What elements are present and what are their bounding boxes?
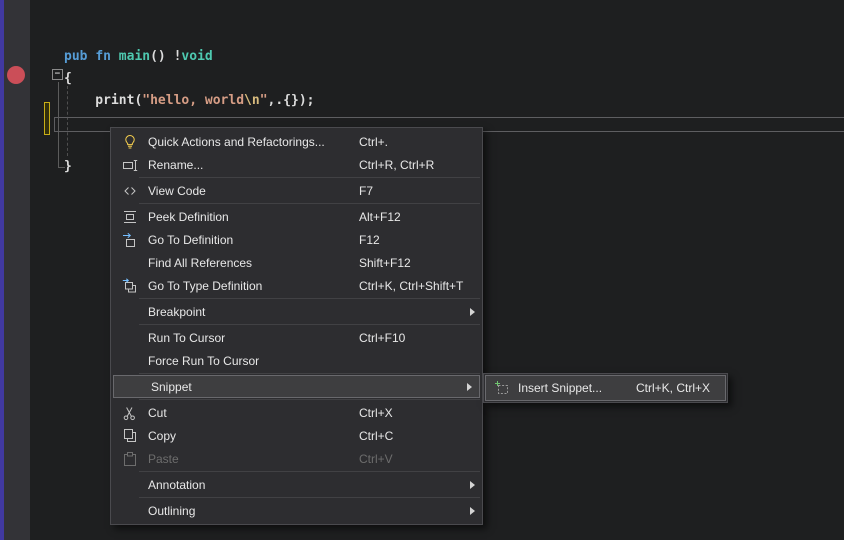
- submenu-arrow-icon: [467, 383, 472, 391]
- submenu-arrow-icon: [470, 507, 475, 515]
- code-token: fn: [95, 49, 111, 64]
- menu-item-label: View Code: [148, 184, 359, 198]
- menu-separator: [139, 298, 480, 299]
- copy-icon: [111, 428, 148, 444]
- menu-item-peek-definition[interactable]: Peek DefinitionAlt+F12: [111, 205, 482, 228]
- menu-item-go-to-definition[interactable]: Go To DefinitionF12: [111, 228, 482, 251]
- snippet-submenu: Insert Snippet...Ctrl+K, Ctrl+X: [483, 373, 728, 403]
- go-to-type-definition-icon: [111, 278, 148, 294]
- menu-separator: [139, 471, 480, 472]
- view-code-icon: [111, 183, 148, 199]
- menu-item-shortcut: Ctrl+V: [359, 452, 482, 466]
- menu-item-snippet[interactable]: Snippet: [113, 375, 480, 398]
- menu-item-shortcut: Ctrl+F10: [359, 331, 482, 345]
- menu-item-shortcut: Ctrl+C: [359, 429, 482, 443]
- breakpoint-dot-icon[interactable]: [7, 66, 25, 84]
- code-token: (): [150, 49, 166, 64]
- menu-separator: [139, 497, 480, 498]
- code-token: [111, 49, 119, 64]
- menu-item-label: Breakpoint: [148, 305, 359, 319]
- menu-item-label: Paste: [148, 452, 359, 466]
- vs-editor-window: − pub fn main() !void { print("hello, wor…: [0, 0, 844, 540]
- code-token: main: [119, 49, 150, 64]
- menu-separator: [139, 399, 480, 400]
- menu-item-label: Run To Cursor: [148, 331, 359, 345]
- menu-item-label: Insert Snippet...: [518, 381, 636, 395]
- menu-item-label: Cut: [148, 406, 359, 420]
- code-token: {: [64, 71, 72, 86]
- peek-definition-icon: [111, 209, 148, 225]
- paste-icon: [111, 451, 148, 467]
- editor-context-menu: Quick Actions and Refactorings...Ctrl+.R…: [110, 127, 483, 525]
- menu-item-label: Find All References: [148, 256, 359, 270]
- code-token: void: [181, 49, 212, 64]
- changed-lines-indicator: [44, 102, 50, 135]
- menu-item-paste: PasteCtrl+V: [111, 447, 482, 470]
- code-token: ": [260, 93, 268, 108]
- code-line-3: print("hello, world\n",.{});: [64, 90, 314, 112]
- menu-item-rename[interactable]: Rename...Ctrl+R, Ctrl+R: [111, 153, 482, 176]
- menu-item-label: Force Run To Cursor: [148, 354, 359, 368]
- menu-item-shortcut: F7: [359, 184, 482, 198]
- menu-item-find-all-references[interactable]: Find All ReferencesShift+F12: [111, 251, 482, 274]
- menu-item-insert-snippet[interactable]: Insert Snippet...Ctrl+K, Ctrl+X: [485, 375, 726, 401]
- breakpoint-gutter[interactable]: [4, 0, 30, 540]
- menu-item-label: Go To Type Definition: [148, 279, 359, 293]
- menu-item-shortcut: Ctrl+K, Ctrl+X: [636, 381, 725, 395]
- go-to-definition-icon: [111, 232, 148, 248]
- lightbulb-icon: [111, 134, 148, 150]
- menu-item-label: Copy: [148, 429, 359, 443]
- code-token: print(: [64, 93, 142, 108]
- menu-separator: [139, 324, 480, 325]
- menu-separator: [139, 177, 480, 178]
- menu-item-quick-actions-and-refactorings[interactable]: Quick Actions and Refactorings...Ctrl+.: [111, 130, 482, 153]
- submenu-arrow-icon: [470, 481, 475, 489]
- menu-item-run-to-cursor[interactable]: Run To CursorCtrl+F10: [111, 326, 482, 349]
- menu-item-label: Peek Definition: [148, 210, 359, 224]
- menu-item-label: Go To Definition: [148, 233, 359, 247]
- menu-item-force-run-to-cursor[interactable]: Force Run To Cursor: [111, 349, 482, 372]
- cut-icon: [111, 405, 148, 421]
- rename-icon: [111, 157, 148, 173]
- menu-item-copy[interactable]: CopyCtrl+C: [111, 424, 482, 447]
- code-token: ,.{});: [268, 93, 315, 108]
- code-token: \n: [244, 93, 260, 108]
- code-token: !: [166, 49, 182, 64]
- menu-item-breakpoint[interactable]: Breakpoint: [111, 300, 482, 323]
- menu-item-shortcut: Ctrl+X: [359, 406, 482, 420]
- menu-item-shortcut: Ctrl+R, Ctrl+R: [359, 158, 482, 172]
- code-line-2: {: [64, 68, 72, 90]
- menu-item-shortcut: Ctrl+.: [359, 135, 482, 149]
- menu-separator: [139, 203, 480, 204]
- menu-item-label: Snippet: [151, 380, 362, 394]
- menu-item-view-code[interactable]: View CodeF7: [111, 179, 482, 202]
- code-line-1: pub fn main() !void: [64, 46, 213, 68]
- menu-item-annotation[interactable]: Annotation: [111, 473, 482, 496]
- menu-item-shortcut: Alt+F12: [359, 210, 482, 224]
- code-token: "hello, world: [142, 93, 244, 108]
- code-line-6: }: [64, 156, 72, 178]
- menu-item-label: Rename...: [148, 158, 359, 172]
- insert-snippet-icon: [486, 380, 518, 396]
- menu-item-shortcut: Shift+F12: [359, 256, 482, 270]
- code-token: }: [64, 159, 72, 174]
- fold-collapse-icon[interactable]: −: [52, 69, 63, 80]
- menu-item-go-to-type-definition[interactable]: Go To Type DefinitionCtrl+K, Ctrl+Shift+…: [111, 274, 482, 297]
- menu-item-shortcut: F12: [359, 233, 482, 247]
- menu-item-label: Outlining: [148, 504, 359, 518]
- submenu-arrow-icon: [470, 308, 475, 316]
- code-token: pub: [64, 49, 87, 64]
- menu-item-shortcut: Ctrl+K, Ctrl+Shift+T: [359, 279, 482, 293]
- menu-item-outlining[interactable]: Outlining: [111, 499, 482, 522]
- menu-item-cut[interactable]: CutCtrl+X: [111, 401, 482, 424]
- menu-item-label: Quick Actions and Refactorings...: [148, 135, 359, 149]
- menu-separator: [139, 373, 480, 374]
- menu-item-label: Annotation: [148, 478, 359, 492]
